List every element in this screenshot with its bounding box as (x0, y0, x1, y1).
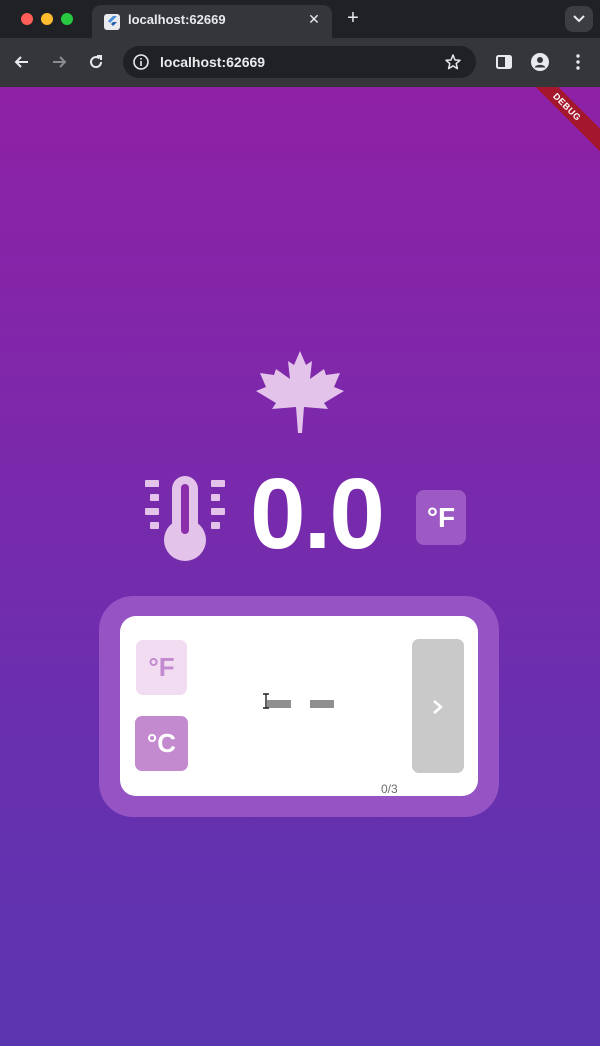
thermometer-icon (145, 474, 225, 564)
current-unit-badge: °F (416, 490, 466, 545)
kebab-menu-icon[interactable] (568, 52, 588, 72)
input-placeholder-dash (310, 700, 334, 708)
fahrenheit-button[interactable]: °F (136, 640, 187, 695)
profile-icon[interactable] (530, 52, 550, 72)
temperature-value: 0.0 (250, 458, 385, 570)
chevron-right-icon (433, 700, 443, 714)
text-cursor-icon (263, 693, 269, 709)
tab-title: localhost:62669 (128, 12, 226, 27)
browser-tab-bar: localhost:62669 ✕ + (0, 0, 600, 38)
arrow-right-icon[interactable] (49, 52, 69, 72)
chevron-down-icon[interactable] (565, 6, 593, 32)
browser-tab[interactable]: localhost:62669 ✕ (92, 5, 332, 38)
star-icon[interactable] (444, 53, 462, 71)
plus-icon[interactable]: + (343, 8, 363, 28)
address-bar[interactable]: localhost:62669 (123, 46, 476, 78)
url-text: localhost:62669 (160, 54, 266, 70)
side-panel-icon[interactable] (494, 52, 514, 72)
char-counter: 0/3 (381, 782, 398, 796)
maple-leaf-icon (254, 351, 346, 435)
window-minimize-button[interactable] (41, 13, 53, 25)
window-close-button[interactable] (21, 13, 33, 25)
flutter-favicon-icon (104, 14, 120, 30)
submit-button[interactable] (412, 639, 464, 773)
arrow-left-icon[interactable] (12, 52, 32, 72)
window-zoom-button[interactable] (61, 13, 73, 25)
temperature-input[interactable] (210, 656, 390, 746)
input-placeholder-dash (267, 700, 291, 708)
converter-card: °F °C 0/3 (120, 616, 478, 796)
converter-panel: °F °C 0/3 (99, 596, 499, 817)
celsius-button[interactable]: °C (135, 716, 188, 771)
close-icon[interactable]: ✕ (306, 11, 322, 27)
info-icon[interactable] (132, 53, 150, 71)
reload-icon[interactable] (86, 52, 106, 72)
app-viewport: DEBUG 0.0 °F °F °C 0/3 (0, 87, 600, 1046)
browser-toolbar: localhost:62669 (0, 38, 600, 87)
debug-banner: DEBUG (515, 87, 600, 159)
